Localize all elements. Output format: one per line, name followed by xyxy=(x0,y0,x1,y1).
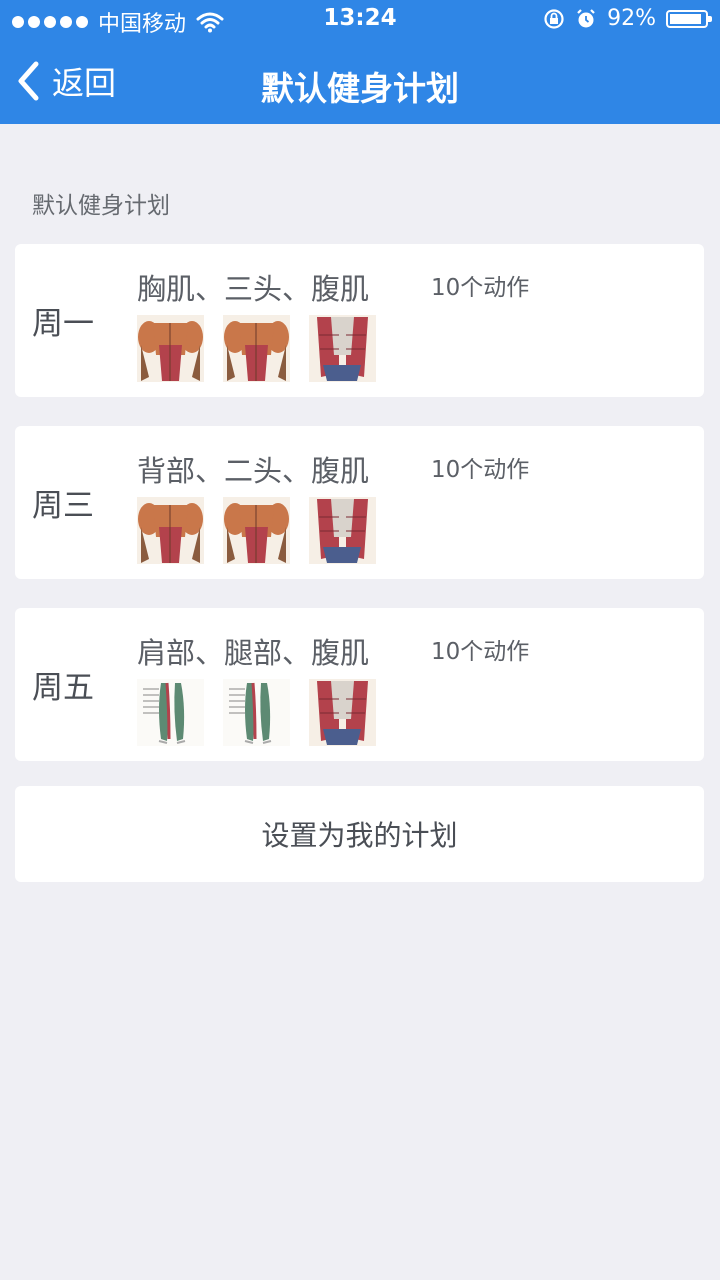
plan-day-label: 周一 xyxy=(32,306,94,342)
nav-bar: 返回 默认健身计划 xyxy=(0,40,720,124)
plan-thumbnails xyxy=(137,497,376,564)
plan-card[interactable]: 周一 胸肌、三头、腹肌 10个动作 xyxy=(15,244,704,397)
plan-card[interactable]: 周三 背部、二头、腹肌 10个动作 xyxy=(15,426,704,579)
abs-muscle-image xyxy=(309,497,376,564)
biceps-muscle-image xyxy=(223,497,290,564)
back-muscle-image xyxy=(137,497,204,564)
status-bar-right: 92% xyxy=(543,6,712,31)
set-as-my-plan-button[interactable]: 设置为我的计划 xyxy=(15,786,704,882)
status-bar: 中国移动 13:24 92% xyxy=(0,0,720,40)
battery-icon xyxy=(666,9,712,28)
leg-muscle-image xyxy=(137,679,204,746)
plan-muscle-groups: 背部、二头、腹肌 xyxy=(137,454,370,488)
battery-fill xyxy=(670,13,701,24)
plan-card[interactable]: 周五 肩部、腿部、腹肌 10个动作 xyxy=(15,608,704,761)
leg-muscle-image xyxy=(223,679,290,746)
plan-exercise-count: 10个动作 xyxy=(431,457,530,483)
rotation-lock-icon xyxy=(544,8,564,29)
plan-exercise-count: 10个动作 xyxy=(431,275,530,301)
abs-muscle-image xyxy=(309,315,376,382)
plan-day-label: 周五 xyxy=(32,670,94,706)
alarm-icon xyxy=(577,8,595,27)
section-label: 默认健身计划 xyxy=(32,193,170,219)
triceps-muscle-image xyxy=(223,315,290,382)
header: 中国移动 13:24 92% 返回 默认健身计划 xyxy=(0,0,720,124)
plan-day-label: 周三 xyxy=(32,488,94,524)
plan-exercise-count: 10个动作 xyxy=(431,639,530,665)
battery-percentage: 92% xyxy=(607,6,656,31)
chest-muscle-image xyxy=(137,315,204,382)
plan-thumbnails xyxy=(137,679,376,746)
plan-muscle-groups: 肩部、腿部、腹肌 xyxy=(137,636,370,670)
page-title: 默认健身计划 xyxy=(261,69,459,108)
plan-muscle-groups: 胸肌、三头、腹肌 xyxy=(137,272,370,306)
abs-muscle-image xyxy=(309,679,376,746)
plan-thumbnails xyxy=(137,315,376,382)
